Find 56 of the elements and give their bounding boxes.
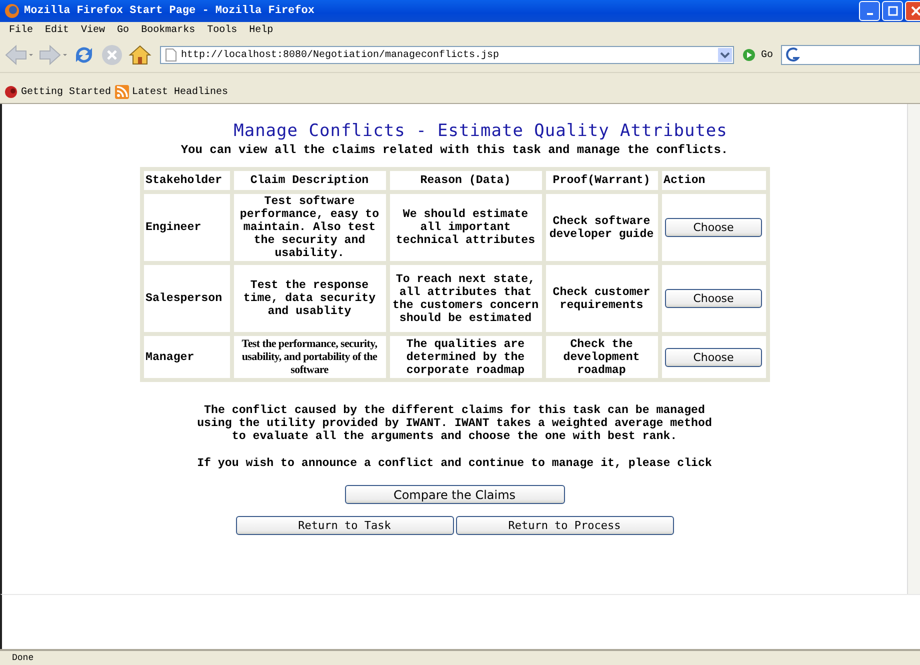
maximize-button[interactable]	[882, 1, 903, 21]
bookmark-icon	[4, 85, 18, 99]
menu-item[interactable]: Go	[116, 24, 130, 36]
menu-item[interactable]: File	[8, 24, 34, 36]
choose-button[interactable]: Choose	[665, 348, 762, 366]
column-header: Reason (Data)	[390, 171, 542, 190]
menu-item[interactable]: View	[80, 24, 106, 36]
table-cell: Check software developer guide	[546, 194, 658, 261]
column-header: Action	[662, 171, 766, 190]
menu-item[interactable]: Edit	[44, 24, 70, 36]
table-cell: Salesperson	[144, 265, 230, 332]
table-cell: Manager	[144, 336, 230, 378]
dropdown-icon[interactable]	[718, 48, 732, 62]
column-header: Claim Description	[234, 171, 386, 190]
explanation-text: The conflict caused by the different claims for this task can be managed using the utility provided by IWANT. IWANT takes a weighted average method to evaluate all the arguments and choose the one with best rank.	[196, 404, 713, 443]
compare-claims-button[interactable]: Compare the Claims	[344, 485, 564, 504]
maximize-icon	[888, 6, 898, 16]
menu-item[interactable]: Tools	[206, 24, 238, 36]
globe-icon	[4, 3, 20, 19]
minimize-button[interactable]	[859, 1, 880, 21]
address-bar[interactable]: http://localhost:8080/Negotiation/manageconflicts.jsp	[160, 46, 734, 64]
choose-button[interactable]: Choose	[665, 289, 762, 308]
table-cell: Check customer requirements	[546, 265, 658, 332]
table-cell: Engineer	[144, 194, 230, 261]
table-cell: Test software performance, easy to maintain. Also test the security and usability.	[234, 194, 386, 261]
table-cell: Test the performance, security, usability, and portability of the software	[234, 336, 386, 378]
table-cell: To reach next state, all attributes that the customers concern should be estimated	[390, 265, 542, 332]
window-title: Mozilla Firefox Start Page - Mozilla Firefox	[24, 5, 316, 17]
table-cell: Check the development roadmap	[546, 336, 658, 378]
column-header: Stakeholder	[144, 171, 230, 190]
choose-button[interactable]: Choose	[665, 218, 762, 237]
scrollbar[interactable]	[907, 104, 920, 594]
return-button[interactable]: Return to Task	[236, 516, 454, 535]
bookmark-link[interactable]: Getting Started	[4, 85, 112, 99]
close-icon	[910, 6, 920, 16]
table-cell: The qualities are determined by the corporate roadmap	[390, 336, 542, 378]
table-cell: Test the response time, data security and usablity	[234, 265, 386, 332]
search-field[interactable]	[781, 45, 920, 65]
prompt-text: If you wish to announce a conflict and continue to manage it, please click	[197, 457, 712, 470]
close-button[interactable]	[905, 1, 920, 21]
menu-item[interactable]: Help	[248, 24, 274, 36]
address-field[interactable]: http://localhost:8080/Negotiation/manageconflicts.jsp	[181, 50, 714, 60]
status-text: Done	[12, 653, 34, 663]
column-header: Proof(Warrant)	[546, 171, 658, 190]
minimize-icon	[866, 13, 872, 15]
page-icon	[165, 48, 177, 62]
home-icon[interactable]	[128, 43, 152, 67]
feed-icon	[115, 85, 130, 99]
page-heading: Manage Conflicts - Estimate Quality Attributes	[234, 121, 728, 141]
go-button[interactable]: Go	[738, 48, 778, 62]
table-cell: We should estimate all important technical attributes	[390, 194, 542, 261]
menu-item[interactable]: Bookmarks	[140, 24, 196, 36]
bookmark-link[interactable]: Latest Headlines	[115, 85, 228, 99]
return-button[interactable]: Return to Process	[456, 516, 674, 535]
page-subheading: You can view all the claims related with this task and manage the conflicts.	[180, 143, 728, 157]
search-engine-icon[interactable]	[785, 47, 802, 63]
